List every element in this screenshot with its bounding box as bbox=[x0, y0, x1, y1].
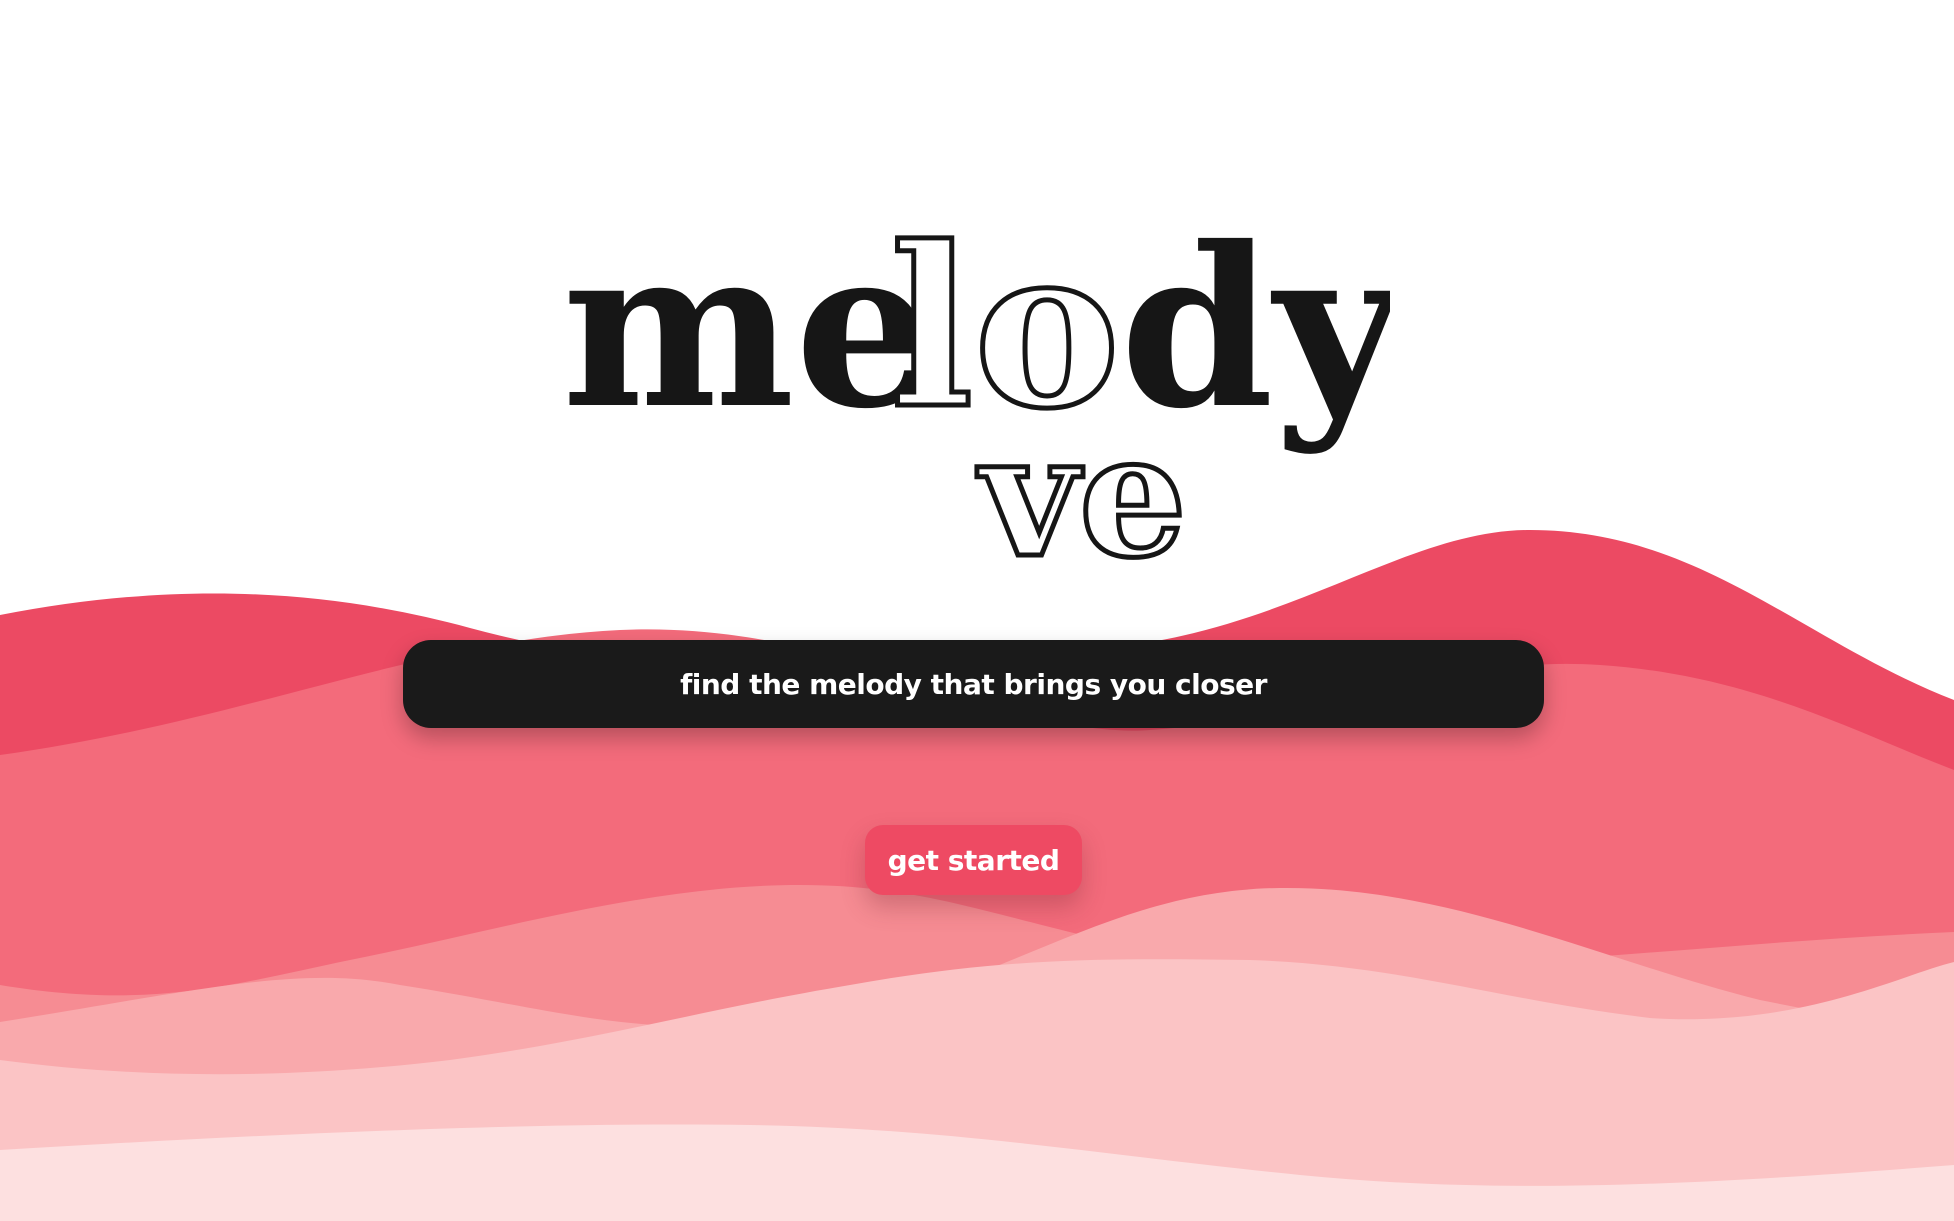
get-started-button[interactable]: get started bbox=[865, 825, 1082, 895]
background-waves bbox=[0, 530, 1954, 1221]
landing-page: me lo dy ve find the melody that brings … bbox=[0, 0, 1954, 1221]
logo-word-solid-start: me bbox=[562, 230, 935, 457]
melodyve-logo: me lo dy ve bbox=[562, 230, 1390, 570]
logo-word-outline-bottom: ve bbox=[976, 396, 1187, 570]
tagline-bar: find the melody that brings you closer bbox=[403, 640, 1544, 728]
tagline-text: find the melody that brings you closer bbox=[680, 667, 1267, 701]
